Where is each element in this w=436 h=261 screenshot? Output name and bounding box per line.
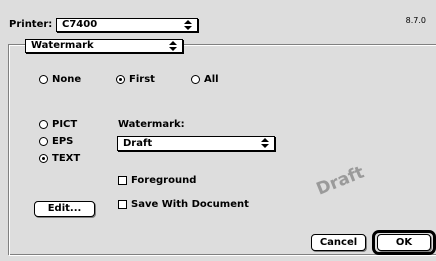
save-with-document-checkbox-box[interactable] xyxy=(118,200,127,209)
radio-none-button[interactable] xyxy=(39,75,48,84)
radio-all-label: All xyxy=(204,74,219,85)
edit-button[interactable]: Edit... xyxy=(34,201,95,217)
printer-popup[interactable]: C7400 xyxy=(56,18,198,32)
radio-pict-label: PICT xyxy=(52,119,78,130)
radio-text-label: TEXT xyxy=(52,153,81,164)
printer-popup-value: C7400 xyxy=(62,19,98,30)
radio-eps-label: EPS xyxy=(52,136,74,147)
radio-eps-button[interactable] xyxy=(39,137,48,146)
radio-first-button[interactable] xyxy=(116,75,125,84)
watermark-label: Watermark: xyxy=(118,119,185,130)
radio-none-label: None xyxy=(52,74,82,85)
cancel-button[interactable]: Cancel xyxy=(311,234,366,251)
version-label: 8.7.0 xyxy=(405,16,426,25)
radio-first-label: First xyxy=(129,74,155,85)
popup-arrows-icon xyxy=(261,138,269,148)
save-with-document-checkbox-label: Save With Document xyxy=(131,199,249,210)
printer-label: Printer: xyxy=(9,19,53,30)
watermark-popup[interactable]: Draft xyxy=(117,136,275,151)
ok-button[interactable]: OK xyxy=(377,234,431,251)
section-popup-value: Watermark xyxy=(31,40,94,51)
radio-all-button[interactable] xyxy=(191,75,200,84)
watermark-popup-value: Draft xyxy=(123,138,153,149)
section-popup[interactable]: Watermark xyxy=(25,39,183,53)
radio-pict-button[interactable] xyxy=(39,120,48,129)
foreground-checkbox-box[interactable] xyxy=(118,176,127,185)
popup-arrows-icon xyxy=(184,20,192,30)
radio-text-button[interactable] xyxy=(39,154,48,163)
popup-arrows-icon xyxy=(169,41,177,51)
foreground-checkbox-label: Foreground xyxy=(131,175,197,186)
